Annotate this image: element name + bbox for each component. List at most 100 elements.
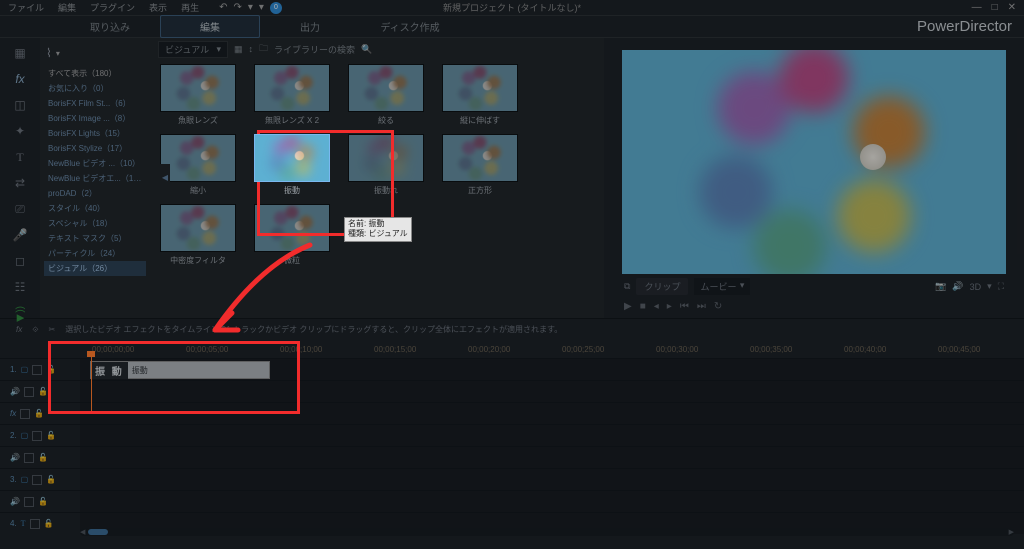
search-icon[interactable]: 🔍	[361, 44, 372, 55]
video-icon[interactable]: ▢	[21, 431, 29, 440]
loop-icon[interactable]: ↻	[714, 301, 722, 312]
category-item[interactable]: BorisFX Stylize（17）	[44, 141, 146, 156]
lock-icon[interactable]: 🔓	[38, 497, 48, 506]
category-dropdown[interactable]: ビジュアル▾	[158, 41, 228, 58]
snapshot-icon[interactable]: 📷	[935, 281, 946, 292]
category-item[interactable]: すべて表示（180）	[44, 66, 146, 81]
timeline-scrollbar[interactable]: ◀ ▶	[80, 528, 1014, 536]
panel-collapse-icon[interactable]: ◀	[160, 164, 170, 190]
video-icon[interactable]: ▢	[21, 365, 29, 374]
folder-icon[interactable]: 🗀	[259, 41, 268, 57]
play-icon[interactable]: ▶	[624, 301, 632, 312]
effect-thumb[interactable]: 絞る	[346, 64, 426, 126]
category-item[interactable]: BorisFX Lights（15）	[44, 126, 146, 141]
time-ruler[interactable]: 00;00;00;00 00;00;05;00 00;00;10;00 00;0…	[0, 340, 1024, 358]
menu-file[interactable]: ファイル	[8, 1, 44, 14]
category-item[interactable]: スタイル（40）	[44, 201, 146, 216]
track-toggle[interactable]	[32, 475, 42, 485]
audio-icon[interactable]: 🔊	[10, 453, 20, 462]
category-item[interactable]: テキスト マスク（5）	[44, 231, 146, 246]
effect-thumb[interactable]: 縦に伸ばす	[440, 64, 520, 126]
lock-icon[interactable]: 🔓	[34, 409, 44, 418]
next-frame-icon[interactable]: ▸	[667, 301, 672, 312]
menu-plugin[interactable]: プラグイン	[90, 1, 135, 14]
dock-icon[interactable]: ⧉	[624, 281, 630, 292]
effect-thumb[interactable]: 微粒	[252, 204, 332, 266]
lock-icon[interactable]: 🔓	[46, 365, 56, 374]
minimize-icon[interactable]: —	[972, 2, 982, 13]
cloud-badge-icon[interactable]: 0	[270, 2, 282, 14]
effect-thumb[interactable]: 正方形	[440, 134, 520, 196]
lock-icon[interactable]: 🔓	[46, 475, 56, 484]
scissors-icon[interactable]: ✂	[49, 325, 56, 334]
prev-frame-icon[interactable]: ◂	[654, 301, 659, 312]
effect-thumb[interactable]: 中密度フィルタ	[158, 204, 238, 266]
movie-dropdown[interactable]: ムービー▾	[694, 278, 750, 295]
category-item[interactable]: proDAD（2）	[44, 186, 146, 201]
fullscreen-icon[interactable]: ⛶	[998, 281, 1004, 292]
lock-icon[interactable]: 🔓	[38, 453, 48, 462]
track-toggle[interactable]	[32, 431, 42, 441]
redo-icon[interactable]: ↷	[233, 2, 241, 13]
voice-icon[interactable]: 🎤	[13, 228, 27, 242]
effect-thumb[interactable]: 振動れ	[346, 134, 426, 196]
clip-mode-button[interactable]: クリップ	[636, 278, 688, 295]
effect-thumb[interactable]: 無限レンズ X 2	[252, 64, 332, 126]
title-icon[interactable]: T	[21, 519, 26, 528]
category-item[interactable]: BorisFX Film St...（6）	[44, 96, 146, 111]
audio-icon[interactable]: 🔊	[10, 387, 20, 396]
category-item[interactable]: NewBlue ビデオ ...（10）	[44, 156, 146, 171]
lock-icon[interactable]: 🔓	[46, 431, 56, 440]
effect-thumb[interactable]: 魚眼レンズ	[158, 64, 238, 126]
playhead[interactable]	[91, 356, 92, 411]
tab-output[interactable]: 出力	[260, 16, 360, 37]
category-item[interactable]: BorisFX Image ...（8）	[44, 111, 146, 126]
transition-icon[interactable]: ⇄	[13, 176, 27, 190]
step-fwd-icon[interactable]: ⏭	[697, 301, 706, 312]
dropdown-icon[interactable]: ▾	[248, 2, 253, 13]
category-item[interactable]: ビジュアル（26）	[44, 261, 146, 276]
subtitle-icon[interactable]: ☷	[13, 280, 27, 294]
step-back-icon[interactable]: ⏮	[680, 301, 689, 312]
menu-view[interactable]: 表示	[149, 1, 167, 14]
pip-icon[interactable]: ◫	[13, 98, 27, 112]
close-icon[interactable]: ✕	[1008, 2, 1016, 13]
chevron-down-icon[interactable]: ▾	[56, 49, 60, 58]
track-toggle[interactable]	[24, 453, 34, 463]
category-item[interactable]: スペシャル（18）	[44, 216, 146, 231]
menu-play[interactable]: 再生	[181, 1, 199, 14]
chevron-down-icon[interactable]: ▾	[987, 281, 992, 292]
track-toggle[interactable]	[20, 409, 30, 419]
menu-edit[interactable]: 編集	[58, 1, 76, 14]
lock-icon[interactable]: 🔓	[44, 519, 54, 528]
tab-disc[interactable]: ディスク作成	[360, 16, 460, 37]
category-item[interactable]: NewBlue ビデオエ...（10）	[44, 171, 146, 186]
scroll-right-icon[interactable]: ▶	[1009, 528, 1014, 536]
3d-button[interactable]: 3D	[970, 282, 982, 292]
scroll-handle[interactable]	[88, 529, 108, 535]
tab-edit[interactable]: 編集	[160, 15, 260, 38]
tab-capture[interactable]: 取り込み	[60, 16, 160, 37]
sort-icon[interactable]: ↕	[249, 44, 254, 54]
audio-mix-icon[interactable]: ⎚	[13, 202, 27, 216]
track-toggle[interactable]	[24, 387, 34, 397]
dropdown-icon[interactable]: ▾	[259, 2, 264, 13]
chapter-icon[interactable]: ◻	[13, 254, 27, 268]
maximize-icon[interactable]: □	[992, 2, 998, 13]
link-icon[interactable]: ⟐	[32, 325, 38, 335]
media-icon[interactable]: ▦	[13, 46, 27, 60]
track-toggle[interactable]	[24, 497, 34, 507]
video-icon[interactable]: ▢	[21, 475, 29, 484]
undo-icon[interactable]: ↶	[219, 2, 227, 13]
particle-icon[interactable]: ✦	[13, 124, 27, 138]
track-toggle[interactable]	[30, 519, 40, 529]
grid-icon[interactable]: ▦	[234, 44, 243, 55]
category-item[interactable]: お気に入り（0）	[44, 81, 146, 96]
fx-icon[interactable]: fx	[13, 72, 27, 86]
title-icon[interactable]: T	[13, 150, 27, 164]
audio-icon[interactable]: 🔊	[10, 497, 20, 506]
stop-icon[interactable]: ■	[640, 301, 646, 312]
effect-thumb-selected[interactable]: 振動	[252, 134, 332, 196]
scroll-left-icon[interactable]: ◀	[80, 528, 85, 536]
lock-icon[interactable]: 🔓	[38, 387, 48, 396]
